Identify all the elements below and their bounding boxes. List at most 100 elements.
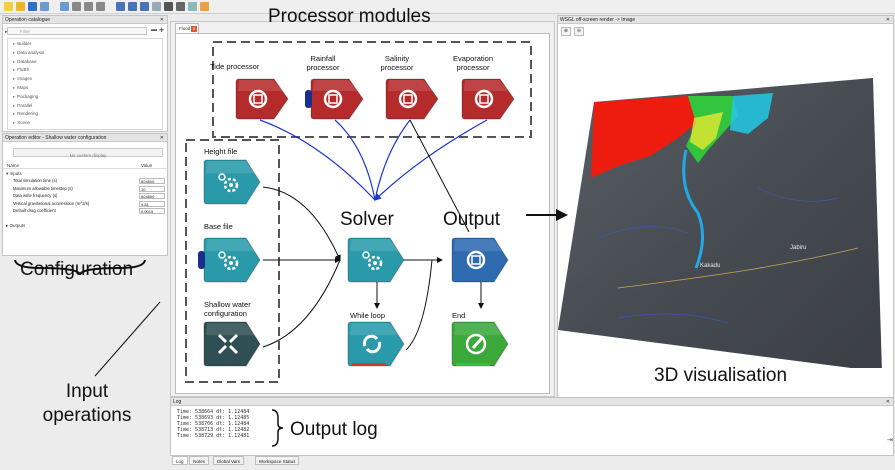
catalogue-item[interactable]: Rendering: [13, 111, 38, 117]
align-icon[interactable]: [188, 2, 197, 11]
main-toolbar: [0, 0, 895, 14]
catalogue-item[interactable]: Database: [13, 59, 36, 65]
height-node-label: Height file: [204, 147, 238, 156]
terrain-visualisation[interactable]: Kakadu Jabiru: [558, 38, 894, 368]
no-custom-display-label: No custom display: [69, 153, 107, 158]
tide-node-label: Tide processor: [210, 62, 260, 71]
catalogue-item[interactable]: FluBS: [13, 67, 29, 73]
copy-icon[interactable]: [84, 2, 93, 11]
save-icon[interactable]: [28, 2, 37, 11]
close-icon[interactable]: ✕: [160, 134, 164, 142]
close-icon[interactable]: ✕: [886, 16, 890, 24]
base-node-label: Base file: [204, 222, 233, 231]
shallow-node[interactable]: [203, 321, 268, 373]
zoom-in-icon[interactable]: [116, 2, 125, 11]
operation-catalogue-panel: Operation catalogue ✕ Filter ▸ ▬ ✚ Builde…: [2, 15, 168, 132]
property-value-field[interactable]: 604800: [139, 178, 165, 184]
while-node-label: While loop: [350, 311, 386, 320]
operation-editor-panel: Operation editor - Shallow water configu…: [2, 133, 168, 256]
log-title-text: Log: [173, 399, 182, 405]
zoom-fit-icon[interactable]: [140, 2, 149, 11]
select-icon[interactable]: [152, 2, 161, 11]
property-value-field[interactable]: 10: [139, 185, 165, 192]
catalogue-item[interactable]: Data analysis: [13, 50, 44, 56]
property-name: Maximum allowable timestep (s): [13, 185, 73, 191]
undo-icon[interactable]: [40, 2, 49, 11]
redo-icon[interactable]: [60, 2, 69, 11]
configuration-annotation: Configuration: [20, 259, 134, 280]
end-node[interactable]: [451, 321, 516, 373]
output-node[interactable]: [451, 237, 516, 289]
render-panel: WSGL off-screen render -> Image ✕ ⊕ ⊖ Kak…: [557, 15, 894, 398]
place-label-kakadu: Kakadu: [700, 263, 720, 269]
evaporation-node[interactable]: [461, 78, 522, 126]
settings-icon[interactable]: ✚: [159, 27, 164, 34]
input-operations-annotation: Input operations: [42, 381, 132, 426]
bottom-tab[interactable]: Workspace Status: [254, 456, 300, 465]
close-icon[interactable]: ✕: [160, 16, 164, 24]
filter-icon: ▸: [5, 29, 8, 35]
close-icon[interactable]: ✕: [886, 398, 890, 406]
bottom-tab[interactable]: Log: [172, 456, 188, 465]
export-icon[interactable]: [200, 2, 209, 11]
outputs-group[interactable]: ▸ Outputs: [6, 223, 25, 229]
output-log-brace: [271, 409, 284, 447]
tide-node[interactable]: [235, 78, 296, 126]
shallow-node-label: Shallow water configuration: [204, 300, 251, 318]
run-icon[interactable]: [164, 2, 173, 11]
outputs-label: Outputs: [9, 223, 26, 228]
value-column-header: Value: [141, 163, 153, 168]
editor-title-text: Operation editor - Shallow water configu…: [5, 135, 107, 141]
property-rows: Total simulation time (s) 604800 Maximum a…: [3, 178, 167, 218]
catalogue-title-text: Operation catalogue: [5, 17, 51, 23]
cut-icon[interactable]: [72, 2, 81, 11]
salinity-node[interactable]: [385, 78, 446, 126]
render-zoom-out-icon[interactable]: ⊖: [574, 27, 584, 36]
zoom-out-icon[interactable]: [128, 2, 137, 11]
catalogue-item[interactable]: Packaging: [13, 94, 38, 100]
log-output: Time: 538664 dt: 1.12484 Time: 538693 dt:…: [177, 409, 249, 439]
inputs-group[interactable]: ▾ Inputs: [6, 171, 22, 177]
inputs-label: Inputs: [9, 171, 22, 176]
rainfall-node[interactable]: [305, 78, 371, 126]
property-row: Data write frequency (s) 604800: [3, 193, 165, 199]
no-custom-display-button[interactable]: No custom display: [13, 148, 163, 158]
property-row: Maximum allowable timestep (s) 10: [3, 185, 165, 192]
input-operations-pointer: [94, 301, 161, 377]
while-node[interactable]: [347, 321, 412, 373]
clear-log-icon[interactable]: ⇥: [887, 436, 893, 444]
catalogue-title: Operation catalogue ✕: [3, 16, 167, 24]
catalogue-filter-input[interactable]: Filter ▸: [5, 27, 147, 35]
name-column-header: Name: [7, 163, 20, 168]
property-name: Total simulation time (s): [13, 178, 57, 183]
catalogue-item[interactable]: Scene: [13, 120, 30, 126]
property-name: Data write frequency (s): [13, 193, 58, 198]
render-zoom-in-icon[interactable]: ⊕: [561, 27, 571, 36]
grid-icon[interactable]: [176, 2, 185, 11]
catalogue-tree: Builder Data analysis Database FluBS Images M…: [7, 38, 163, 130]
output-annotation: Output: [443, 209, 501, 230]
new-icon[interactable]: [4, 2, 13, 11]
output-to-render-arrow: [526, 209, 568, 221]
height-node[interactable]: [203, 159, 268, 211]
tab-flood-label: Flood: [179, 26, 191, 31]
property-value-field[interactable]: 9.81: [139, 200, 165, 207]
base-node[interactable]: [198, 237, 268, 289]
catalogue-item[interactable]: Maps: [13, 85, 28, 91]
catalogue-item[interactable]: Images: [13, 76, 32, 82]
render-title-text: WSGL off-screen render -> Image: [560, 17, 636, 23]
bottom-tab[interactable]: Notes: [189, 456, 210, 465]
log-title: Log ✕: [171, 398, 893, 406]
open-icon[interactable]: [16, 2, 25, 11]
solver-node[interactable]: [347, 237, 412, 289]
bottom-tab[interactable]: Global Vars: [212, 456, 244, 465]
collapse-all-icon[interactable]: ▬: [151, 27, 157, 33]
place-label-jabiru: Jabiru: [790, 245, 806, 251]
paste-icon[interactable]: [96, 2, 105, 11]
catalogue-item[interactable]: Builder: [13, 41, 31, 47]
catalogue-item[interactable]: Parallel: [13, 103, 32, 109]
visualisation-annotation: 3D visualisation: [654, 365, 788, 386]
processor-modules-annotation: Processor modules: [268, 6, 431, 27]
property-value-field[interactable]: 0.0015: [139, 208, 165, 214]
property-value-field[interactable]: 604800: [139, 193, 165, 199]
